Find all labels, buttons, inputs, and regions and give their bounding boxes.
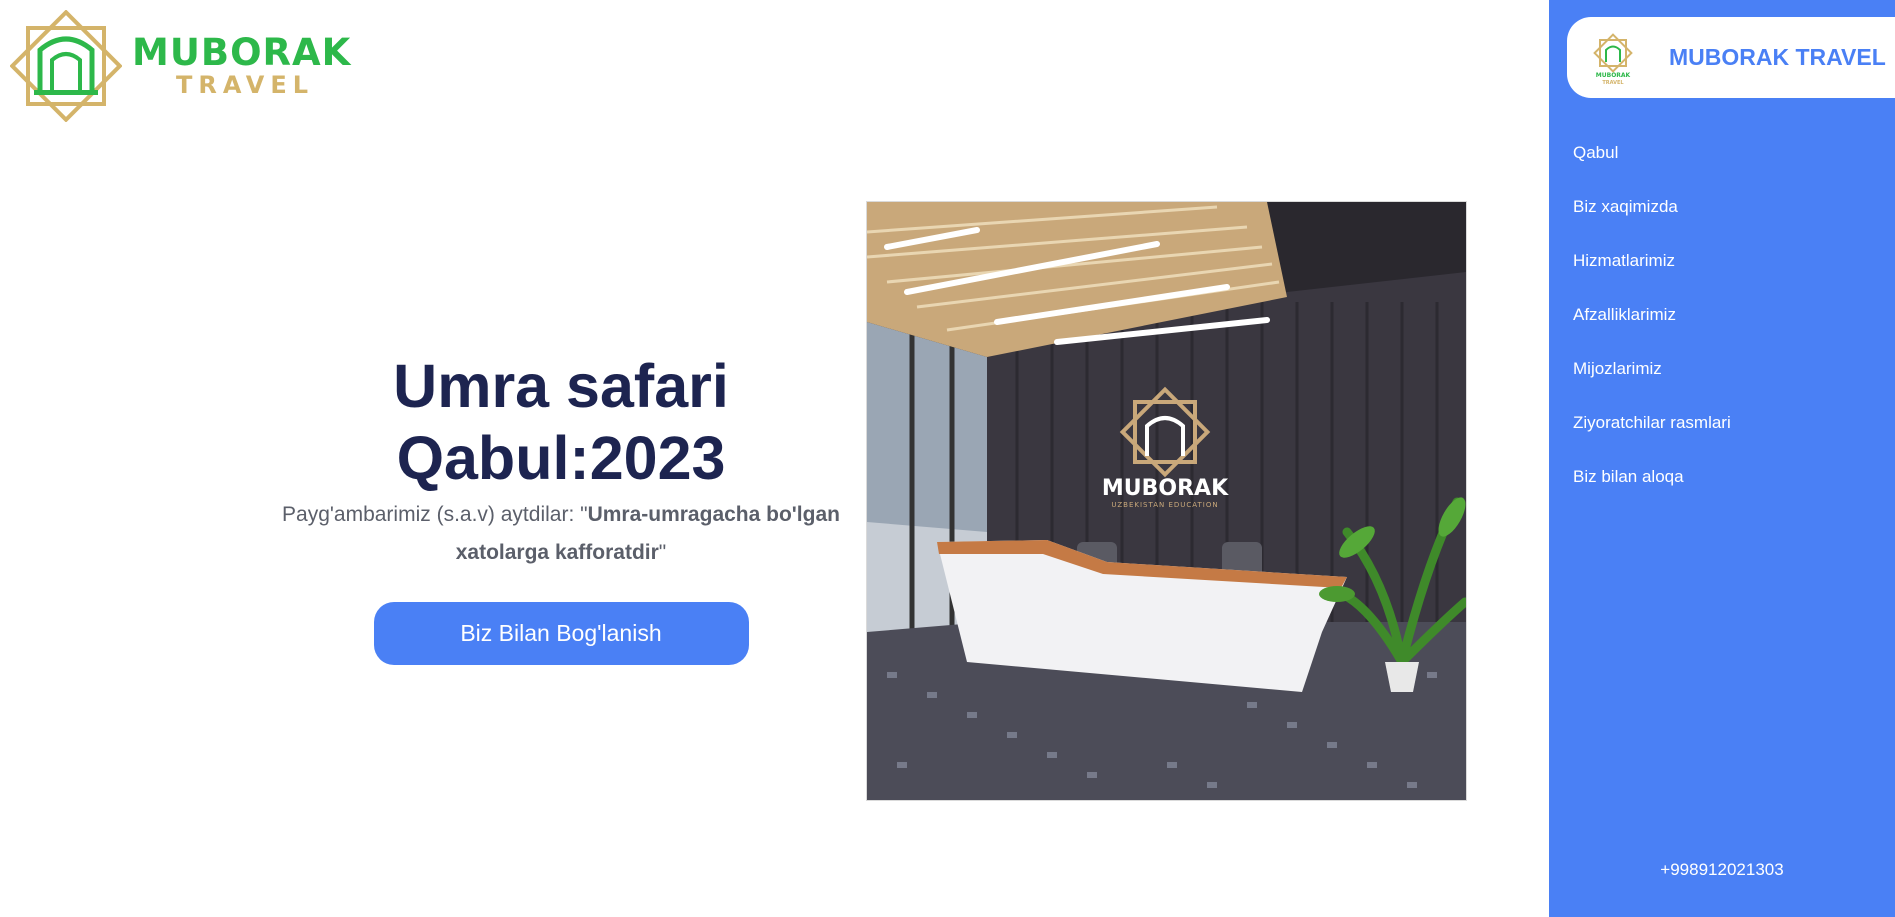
- sidebar-brand[interactable]: MUBORAK TRAVEL MUBORAK TRAVEL: [1567, 17, 1895, 98]
- quote-prefix: Payg'ambarimiz (s.a.v) aytdilar: ": [282, 503, 588, 526]
- hero-section: Umra safari Qabul:2023 Payg'ambarimiz (s…: [280, 350, 842, 665]
- sidebar-item-advantages[interactable]: Afzalliklarimiz: [1573, 288, 1731, 342]
- logo-name: MUBORAK: [132, 31, 352, 74]
- muborak-logo-icon: [10, 10, 122, 122]
- hero-title: Umra safari Qabul:2023: [280, 350, 842, 494]
- hero-title-line2: Qabul:2023: [396, 424, 726, 492]
- sidebar: MUBORAK TRAVEL MUBORAK TRAVEL Qabul Biz …: [1549, 0, 1895, 917]
- site-logo[interactable]: MUBORAK TRAVEL: [10, 10, 360, 122]
- sign-text: MUBORAK: [1102, 476, 1229, 501]
- phone-number[interactable]: +998912021303: [1549, 860, 1895, 880]
- sidebar-brand-name: MUBORAK TRAVEL: [1669, 44, 1886, 70]
- hero-quote: Payg'ambarimiz (s.a.v) aytdilar: "Umra-u…: [280, 496, 842, 572]
- sidebar-item-about[interactable]: Biz xaqimizda: [1573, 180, 1731, 234]
- sidebar-item-services[interactable]: Hizmatlarimiz: [1573, 234, 1731, 288]
- sidebar-nav: Qabul Biz xaqimizda Hizmatlarimiz Afzall…: [1573, 126, 1731, 504]
- sign-subtext: UZBEKISTAN EDUCATION: [1111, 501, 1218, 509]
- logo-subname: TRAVEL: [176, 71, 315, 99]
- sidebar-item-pilgrim-photos[interactable]: Ziyoratchilar rasmlari: [1573, 396, 1731, 450]
- contact-us-button[interactable]: Biz Bilan Bog'lanish: [373, 602, 749, 665]
- sidebar-item-clients[interactable]: Mijozlarimiz: [1573, 342, 1731, 396]
- hero-title-line1: Umra safari: [393, 352, 729, 420]
- quote-suffix: ": [658, 541, 667, 564]
- sidebar-item-qabul[interactable]: Qabul: [1573, 126, 1731, 180]
- office-reception-image: MUBORAK UZBEKISTAN EDUCATION: [866, 201, 1467, 801]
- star-emblem-icon: MUBORAK TRAVEL: [1593, 32, 1633, 86]
- svg-text:TRAVEL: TRAVEL: [1602, 80, 1624, 86]
- sidebar-item-contact[interactable]: Biz bilan aloqa: [1573, 450, 1731, 504]
- svg-text:MUBORAK: MUBORAK: [1596, 72, 1631, 79]
